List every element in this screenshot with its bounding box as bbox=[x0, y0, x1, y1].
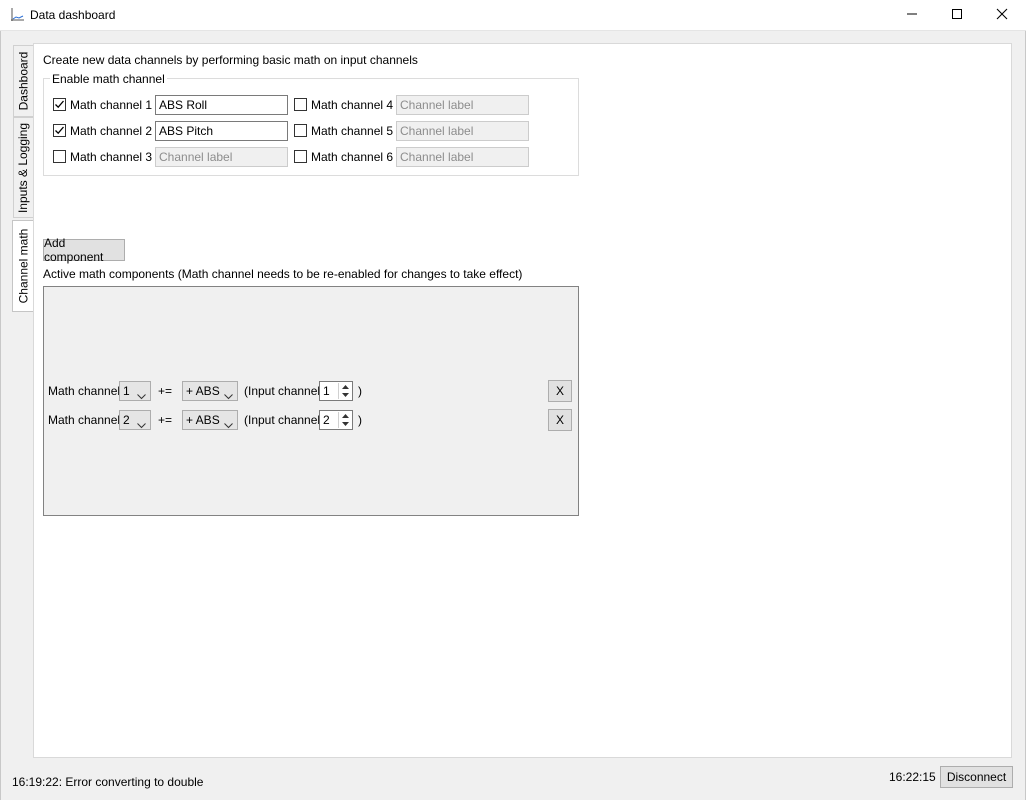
window-title: Data dashboard bbox=[30, 8, 116, 22]
page-description: Create new data channels by performing b… bbox=[43, 53, 418, 67]
component-2-operation-select[interactable]: + ABS bbox=[182, 410, 238, 430]
status-time: 16:22:15 bbox=[889, 770, 936, 784]
selected-value: 2 bbox=[123, 413, 130, 427]
selected-value: + ABS bbox=[186, 413, 220, 427]
components-list bbox=[43, 286, 579, 516]
math-channel-5-label: Math channel 5 bbox=[311, 124, 394, 138]
chevron-down-icon bbox=[137, 387, 146, 405]
math-channel-6-label: Math channel 6 bbox=[311, 150, 394, 164]
math-channel-2-label: Math channel 2 bbox=[70, 124, 153, 138]
math-channel-4-label: Math channel 4 bbox=[311, 98, 394, 112]
component-1-input-label: (Input channel bbox=[244, 384, 321, 398]
component-1-operator: += bbox=[158, 384, 173, 398]
math-channel-1-label: Math channel 1 bbox=[70, 98, 153, 112]
math-channel-4-input[interactable]: Channel label bbox=[396, 95, 529, 115]
title-bar: Data dashboard bbox=[0, 0, 1026, 31]
component-2-input-label: (Input channel bbox=[244, 413, 321, 427]
spinner-arrows[interactable] bbox=[338, 412, 351, 428]
chevron-down-icon bbox=[224, 387, 233, 405]
tab-label: Channel math bbox=[16, 228, 31, 304]
component-2-channel-select[interactable]: 2 bbox=[119, 410, 151, 430]
chevron-down-icon bbox=[224, 416, 233, 434]
arrow-up-icon bbox=[341, 385, 349, 389]
component-2-operator: += bbox=[158, 413, 173, 427]
arrow-down-icon bbox=[341, 393, 349, 397]
close-icon bbox=[996, 8, 1008, 23]
spinner-arrows[interactable] bbox=[338, 383, 351, 399]
math-channel-5-checkbox[interactable] bbox=[294, 124, 307, 137]
arrow-up-icon bbox=[341, 414, 349, 418]
tab-inputs-logging[interactable]: Inputs & Logging bbox=[13, 117, 33, 218]
component-1-channel-select[interactable]: 1 bbox=[119, 381, 151, 401]
disconnect-button[interactable]: Disconnect bbox=[940, 766, 1013, 788]
components-caption: Active math components (Math channel nee… bbox=[43, 267, 523, 281]
spinner-value: 1 bbox=[323, 384, 330, 398]
tab-label: Dashboard bbox=[16, 51, 31, 111]
component-1-close-paren: ) bbox=[358, 384, 362, 398]
group-title: Enable math channel bbox=[50, 72, 167, 86]
component-1-remove-button[interactable]: X bbox=[548, 380, 572, 402]
selected-value: + ABS bbox=[186, 384, 220, 398]
math-channel-4-checkbox[interactable] bbox=[294, 98, 307, 111]
checkmark-icon bbox=[55, 100, 64, 109]
tab-dashboard[interactable]: Dashboard bbox=[13, 45, 33, 117]
tab-label: Inputs & Logging bbox=[16, 122, 31, 213]
math-channel-5-input[interactable]: Channel label bbox=[396, 121, 529, 141]
component-1-label: Math channel bbox=[48, 384, 121, 398]
tab-channel-math[interactable]: Channel math bbox=[12, 220, 34, 312]
math-channel-2-input[interactable]: ABS Pitch bbox=[155, 121, 288, 141]
maximize-button[interactable] bbox=[934, 0, 980, 31]
math-channel-3-input[interactable]: Channel label bbox=[155, 147, 288, 167]
math-channel-6-input[interactable]: Channel label bbox=[396, 147, 529, 167]
close-window-button[interactable] bbox=[979, 0, 1025, 31]
component-2-input-channel-spinner[interactable]: 2 bbox=[319, 410, 353, 430]
math-channel-6-checkbox[interactable] bbox=[294, 150, 307, 163]
math-channel-3-checkbox[interactable] bbox=[53, 150, 66, 163]
add-component-button[interactable]: Add component bbox=[43, 236, 125, 264]
minimize-icon bbox=[906, 8, 918, 23]
chart-icon bbox=[9, 7, 25, 23]
chevron-down-icon bbox=[137, 416, 146, 434]
status-message: 16:19:22: Error converting to double bbox=[12, 775, 204, 789]
component-2-close-paren: ) bbox=[358, 413, 362, 427]
spinner-value: 2 bbox=[323, 413, 330, 427]
minimize-button[interactable] bbox=[889, 0, 935, 31]
arrow-down-icon bbox=[341, 422, 349, 426]
math-channel-1-input[interactable]: ABS Roll bbox=[155, 95, 288, 115]
math-channel-2-checkbox[interactable] bbox=[53, 124, 66, 137]
math-channel-3-label: Math channel 3 bbox=[70, 150, 153, 164]
component-2-label: Math channel bbox=[48, 413, 121, 427]
maximize-icon bbox=[951, 8, 963, 23]
component-1-operation-select[interactable]: + ABS bbox=[182, 381, 238, 401]
math-channel-1-checkbox[interactable] bbox=[53, 98, 66, 111]
component-2-remove-button[interactable]: X bbox=[548, 409, 572, 431]
checkmark-icon bbox=[55, 126, 64, 135]
component-1-input-channel-spinner[interactable]: 1 bbox=[319, 381, 353, 401]
selected-value: 1 bbox=[123, 384, 130, 398]
